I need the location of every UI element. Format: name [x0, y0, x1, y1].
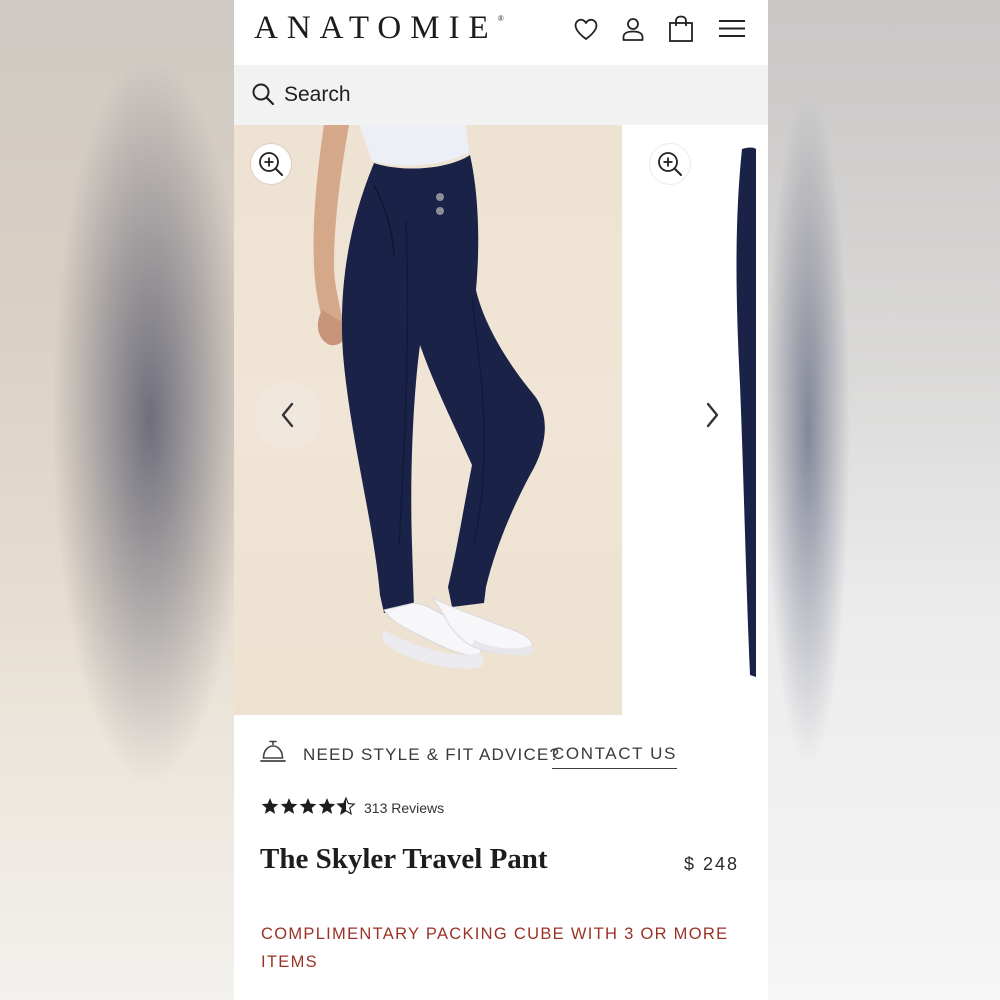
product-image-main[interactable]: [234, 125, 622, 715]
product-page: ANATOMIE® Search NEED STYLE & FIT ADVICE…: [234, 0, 768, 1000]
heart-icon[interactable]: [571, 14, 601, 44]
brand-logo[interactable]: ANATOMIE®: [254, 10, 504, 47]
style-advice-row: NEED STYLE & FIT ADVICE? CONTACT US: [260, 737, 750, 771]
zoom-button[interactable]: [251, 144, 291, 184]
product-gallery[interactable]: [234, 125, 768, 715]
chevron-right-icon: [706, 402, 719, 428]
half-star-icon: [337, 797, 355, 815]
promo-message: COMPLIMENTARY PACKING CUBE WITH 3 OR MOR…: [261, 925, 729, 971]
product-title: The Skyler Travel Pant: [260, 843, 548, 875]
site-header: ANATOMIE®: [234, 0, 768, 65]
search-placeholder: Search: [284, 83, 351, 106]
product-price: $ 248: [683, 854, 739, 874]
zoom-in-icon: [658, 152, 682, 176]
reviews-count[interactable]: 313 Reviews: [364, 800, 444, 816]
zoom-button-next[interactable]: [650, 144, 690, 184]
contact-us-link[interactable]: CONTACT US: [552, 744, 677, 769]
star-icon: [318, 798, 336, 814]
star-icon: [299, 798, 317, 814]
chevron-left-icon: [281, 402, 294, 428]
bag-icon[interactable]: [666, 14, 696, 44]
previous-image-button[interactable]: [254, 381, 322, 449]
star-icon: [261, 798, 279, 814]
next-image-button[interactable]: [678, 381, 746, 449]
product-rating[interactable]: 313 Reviews: [261, 796, 521, 820]
rating-stars: [261, 797, 355, 815]
account-icon[interactable]: [618, 14, 648, 44]
star-icon: [280, 798, 298, 814]
menu-icon[interactable]: [717, 14, 747, 44]
search-bar[interactable]: Search: [234, 65, 768, 125]
blurred-backdrop-left: [0, 0, 234, 1000]
search-icon: [252, 83, 275, 106]
zoom-in-icon: [259, 152, 283, 176]
style-advice-text: NEED STYLE & FIT ADVICE?: [303, 745, 561, 764]
blurred-backdrop-right: [768, 0, 1000, 1000]
service-bell-icon: [260, 740, 286, 762]
